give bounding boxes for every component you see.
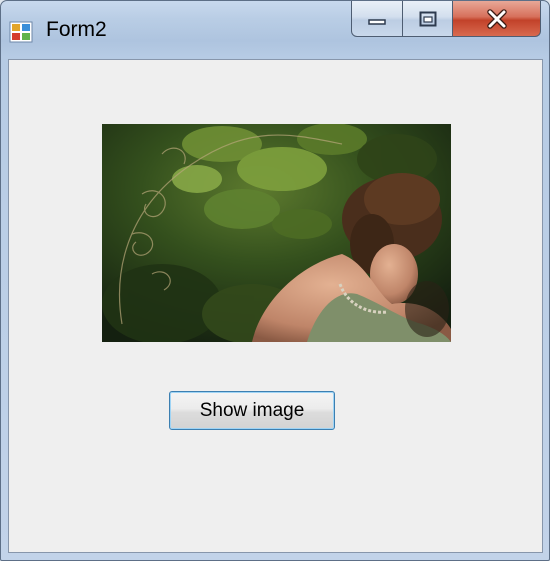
maximize-button[interactable] <box>403 1 453 37</box>
close-icon <box>486 8 507 29</box>
form2-window: Form2 Show image <box>0 0 550 561</box>
photo-woman-in-foliage <box>102 124 451 342</box>
close-button[interactable] <box>453 1 541 37</box>
picture-box <box>102 124 451 342</box>
form-app-icon[interactable] <box>9 21 33 43</box>
show-image-button[interactable]: Show image <box>169 391 335 430</box>
title-bar[interactable]: Form2 <box>1 1 549 57</box>
minimize-button[interactable] <box>351 1 403 37</box>
maximize-icon <box>419 11 436 26</box>
form-client-area: Show image <box>8 59 543 553</box>
minimize-icon <box>368 18 386 25</box>
caption-buttons <box>351 1 541 39</box>
window-title: Form2 <box>46 18 107 41</box>
